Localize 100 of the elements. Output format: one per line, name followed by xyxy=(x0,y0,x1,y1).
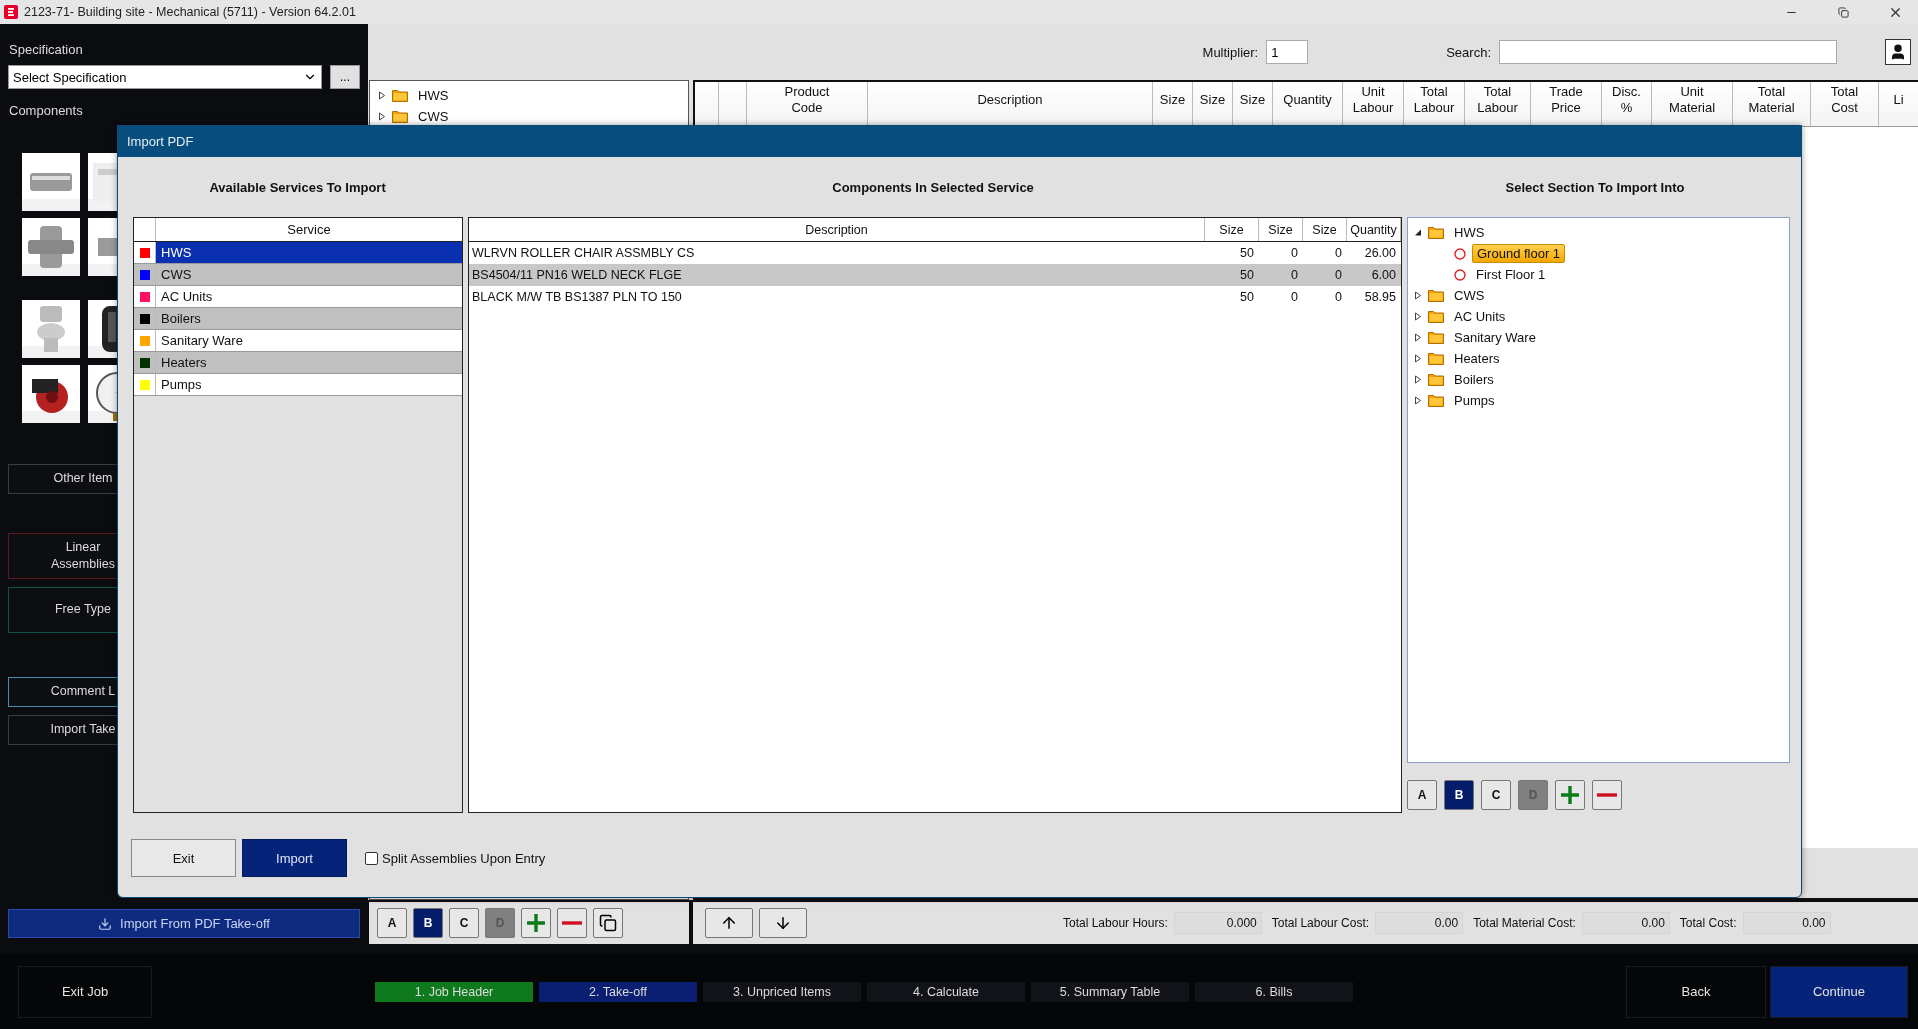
column-header: Disc. % xyxy=(1612,84,1641,116)
total-label: Total Labour Hours: xyxy=(1063,916,1168,930)
column-header: Size xyxy=(1199,92,1226,108)
column-header: Service xyxy=(286,221,332,239)
tree-item[interactable]: HWS xyxy=(414,87,453,104)
table-cell-text: 0 xyxy=(1290,289,1299,306)
remove-button[interactable] xyxy=(557,908,587,938)
table-cell-text: 0 xyxy=(1334,289,1343,306)
expand-icon[interactable] xyxy=(378,91,386,100)
expand-icon[interactable] xyxy=(1414,354,1422,363)
table-cell-text: BLACK M/W TB BS1387 PLN TO 150 xyxy=(471,289,683,306)
step-tab[interactable]: 2. Take-off xyxy=(539,981,697,1002)
column-header: Size xyxy=(1239,92,1266,108)
import-button[interactable]: Import xyxy=(242,839,347,877)
arrow-down-icon xyxy=(774,914,792,932)
back-button[interactable]: Back xyxy=(1626,965,1766,1018)
circle-icon xyxy=(1454,247,1466,260)
expand-icon[interactable] xyxy=(1414,375,1422,384)
download-icon xyxy=(98,916,113,931)
tree-item[interactable]: AC Units xyxy=(1450,308,1510,325)
multiplier-label: Multiplier: xyxy=(1202,44,1259,60)
folder-icon xyxy=(1428,310,1444,323)
column-header: Description xyxy=(469,218,1205,241)
expand-icon[interactable] xyxy=(1414,312,1422,321)
total-label: Total Material Cost: xyxy=(1473,916,1576,930)
import-pdf-button[interactable]: Import From PDF Take-off xyxy=(8,909,360,938)
letter-button[interactable]: C xyxy=(449,908,479,938)
dialog-title: Import PDF xyxy=(127,134,194,149)
column-header: Quantity xyxy=(1347,218,1401,241)
exit-job-button[interactable]: Exit Job xyxy=(18,965,152,1018)
tree-item[interactable]: Sanitary Ware xyxy=(1450,329,1540,346)
add-button[interactable] xyxy=(521,908,551,938)
tree-item[interactable]: Ground floor 1 xyxy=(1472,244,1566,263)
copy-button[interactable] xyxy=(593,908,623,938)
exit-button[interactable]: Exit xyxy=(131,839,236,877)
move-down-button[interactable] xyxy=(759,908,807,938)
remove-button[interactable] xyxy=(1592,780,1622,810)
total-value: 0.00 xyxy=(1375,912,1464,934)
total-value: 0.00 xyxy=(1742,912,1831,934)
more-button[interactable]: ... xyxy=(330,65,360,89)
tree-item[interactable]: Pumps xyxy=(1450,392,1499,409)
table-cell-text: 50 xyxy=(1239,245,1255,262)
add-button[interactable] xyxy=(1555,780,1585,810)
folder-icon xyxy=(1428,289,1444,302)
specification-select[interactable]: Select Specification xyxy=(8,65,322,89)
column-header: Size xyxy=(1205,218,1259,241)
tree-item[interactable]: CWS xyxy=(1450,287,1489,304)
column-header: Product Code xyxy=(784,84,830,116)
components-label: Components xyxy=(9,103,84,118)
expand-icon[interactable] xyxy=(1414,333,1422,342)
tree-item[interactable]: CWS xyxy=(414,108,453,125)
multiplier-field[interactable]: 1 xyxy=(1266,40,1309,64)
specification-label: Specification xyxy=(9,42,84,57)
step-tab[interactable]: 3. Unpriced Items xyxy=(703,981,861,1002)
components-heading: Components In Selected Service xyxy=(831,179,1035,195)
folder-icon xyxy=(392,89,408,102)
circle-icon xyxy=(1454,268,1466,281)
letter-button[interactable]: B xyxy=(1444,780,1474,810)
total-label: Total Labour Cost: xyxy=(1271,916,1370,930)
column-header: Size xyxy=(1303,218,1347,241)
folder-icon xyxy=(1428,352,1444,365)
search-field[interactable] xyxy=(1499,40,1837,64)
collapse-icon[interactable] xyxy=(1414,228,1422,237)
move-up-button[interactable] xyxy=(705,908,753,938)
column-header: Unit Material xyxy=(1668,84,1716,116)
minus-icon xyxy=(562,921,582,925)
tree-item[interactable]: Heaters xyxy=(1450,350,1504,367)
column-header: Total Material xyxy=(1748,84,1795,116)
table-cell-text: BS4504/11 PN16 WELD NECK FLGE xyxy=(471,267,683,284)
letter-button[interactable]: A xyxy=(1407,780,1437,810)
folder-icon xyxy=(392,110,408,123)
table-cell-text: 0 xyxy=(1334,267,1343,284)
expand-icon[interactable] xyxy=(378,112,386,121)
checkbox[interactable] xyxy=(365,851,378,865)
step-tab[interactable]: 1. Job Header xyxy=(375,981,533,1002)
plus-icon xyxy=(1560,785,1580,805)
step-tab[interactable]: 4. Calculate xyxy=(867,981,1025,1002)
letter-button[interactable]: A xyxy=(377,908,407,938)
plus-icon xyxy=(526,913,546,933)
user-button[interactable] xyxy=(1885,39,1911,65)
letter-button[interactable]: B xyxy=(413,908,443,938)
column-header: Total Labour xyxy=(1477,84,1518,116)
step-tab[interactable]: 6. Bills xyxy=(1195,981,1353,1002)
column-header: Trade Price xyxy=(1549,84,1583,116)
letter-button[interactable]: C xyxy=(1481,780,1511,810)
table-cell-text: 26.00 xyxy=(1363,245,1397,262)
column-header: Li xyxy=(1893,92,1904,108)
expand-icon[interactable] xyxy=(1414,291,1422,300)
expand-icon[interactable] xyxy=(1414,396,1422,405)
tree-item[interactable]: HWS xyxy=(1450,224,1489,241)
tree-item[interactable]: First Floor 1 xyxy=(1472,266,1550,283)
tree-item[interactable]: Boilers xyxy=(1450,371,1498,388)
total-value: 0.000 xyxy=(1173,912,1262,934)
continue-button[interactable]: Continue xyxy=(1770,965,1908,1018)
step-tab[interactable]: 5. Summary Table xyxy=(1031,981,1189,1002)
folder-icon xyxy=(1428,226,1444,239)
column-header: Description xyxy=(977,92,1043,108)
folder-icon xyxy=(1428,331,1444,344)
checkbox-label: Split Assemblies Upon Entry xyxy=(382,850,546,866)
table-cell-text: 50 xyxy=(1239,267,1255,284)
